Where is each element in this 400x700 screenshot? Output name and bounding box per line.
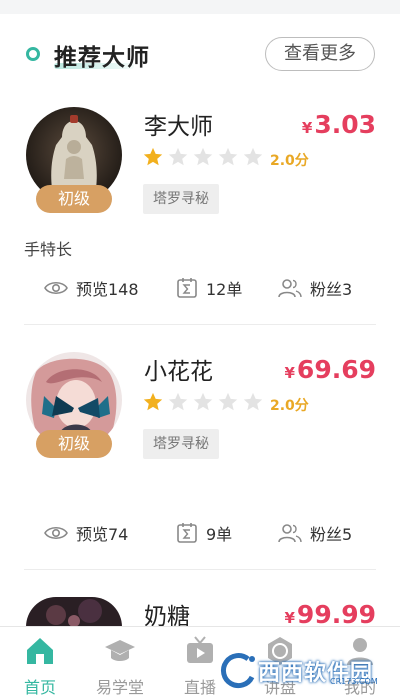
views-count: 预览148 — [76, 280, 139, 299]
tv-icon — [187, 636, 213, 663]
section-dot-icon — [26, 47, 40, 61]
star-rating — [142, 146, 267, 168]
master-name: 小花花 — [144, 359, 213, 385]
watermark: 西西软件园 CR173.COM — [218, 651, 378, 691]
orders-stat: 9单 — [176, 518, 232, 548]
section-header: 推荐大师 查看更多 — [0, 30, 400, 80]
users-icon — [278, 524, 302, 543]
view-more-button[interactable]: 查看更多 — [265, 37, 375, 71]
price-value: 69.69 — [296, 355, 376, 384]
fans-count: 粉丝5 — [310, 525, 353, 544]
orders-stat: 12单 — [176, 273, 242, 303]
divider — [24, 569, 376, 570]
tab-label: 首页 — [23, 678, 56, 697]
star-icon — [218, 392, 238, 411]
rating-score: 2.0分 — [270, 153, 309, 169]
price: ¥99.99 — [284, 600, 376, 629]
master-description: 手特长 — [24, 240, 73, 259]
stats-row: 预览148 12单 粉丝3 — [0, 273, 400, 303]
star-icon — [143, 392, 163, 411]
category-tag: 塔罗寻秘 — [143, 184, 219, 214]
divider — [24, 324, 376, 325]
price-value: 99.99 — [296, 600, 376, 629]
price-value: 3.03 — [314, 110, 376, 139]
watermark-logo-icon — [220, 653, 255, 688]
avatar — [26, 597, 122, 627]
tab-label: 易学堂 — [95, 678, 144, 697]
tab-school[interactable]: 易学堂 — [80, 627, 160, 700]
currency-symbol: ¥ — [284, 364, 295, 382]
level-badge: 初级 — [36, 430, 112, 458]
fans-stat: 粉丝5 — [278, 518, 352, 548]
category-tag: 塔罗寻秘 — [143, 429, 219, 459]
fans-stat: 粉丝3 — [278, 273, 352, 303]
currency-symbol: ¥ — [284, 609, 295, 627]
star-icon — [193, 147, 213, 166]
star-icon — [168, 392, 188, 411]
price: ¥69.69 — [284, 355, 376, 384]
master-name: 李大师 — [144, 114, 213, 140]
watermark-subtext: CR173.COM — [330, 677, 378, 686]
price: ¥3.03 — [302, 110, 376, 139]
status-strip — [0, 0, 400, 14]
views-stat: 预览74 — [44, 518, 128, 548]
star-icon — [193, 392, 213, 411]
star-icon — [218, 147, 238, 166]
views-count: 预览74 — [76, 525, 129, 544]
calendar-sum-icon — [177, 278, 197, 298]
level-badge: 初级 — [36, 185, 112, 213]
section-title: 推荐大师 — [54, 45, 150, 71]
rating-score: 2.0分 — [270, 398, 309, 414]
users-icon — [278, 279, 302, 298]
star-rating — [142, 391, 267, 413]
home-icon — [27, 638, 53, 664]
star-icon — [243, 147, 263, 166]
fans-count: 粉丝3 — [310, 280, 353, 299]
star-icon — [143, 147, 163, 166]
calendar-sum-icon — [177, 523, 197, 543]
currency-symbol: ¥ — [301, 119, 313, 137]
orders-count: 12单 — [206, 280, 243, 299]
eye-icon — [44, 281, 68, 295]
eye-icon — [44, 526, 68, 540]
stats-row: 预览74 9单 粉丝5 — [0, 518, 400, 548]
orders-count: 9单 — [206, 525, 233, 544]
star-icon — [243, 392, 263, 411]
tab-home[interactable]: 首页 — [0, 627, 80, 700]
star-icon — [168, 147, 188, 166]
graduation-cap-icon — [105, 640, 135, 661]
views-stat: 预览148 — [44, 273, 139, 303]
